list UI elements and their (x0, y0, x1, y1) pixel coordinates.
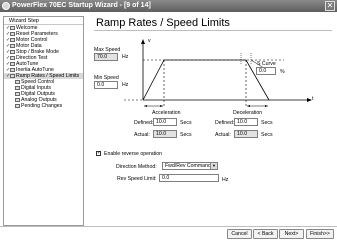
step-page-icon (15, 92, 20, 96)
rev-speed-limit-label: Rev Speed Limit: (117, 176, 157, 182)
step-page-icon (15, 86, 20, 90)
step-page-icon (10, 68, 15, 72)
step-page-icon (10, 38, 15, 42)
min-speed-unit: Hz (122, 82, 129, 88)
accel-actual-label: Actual: (134, 132, 150, 138)
t-axis-label: t (312, 96, 314, 102)
decel-actual-unit: Secs (261, 132, 273, 138)
wizard-step-item[interactable]: ✓Pending Changes (4, 103, 83, 109)
deceleration-label: Deceleration (233, 110, 263, 116)
step-page-icon (10, 44, 15, 48)
wizard-step-header: Wizard Step (4, 17, 83, 25)
decel-defined-unit: Secs (261, 120, 273, 126)
finish-button[interactable]: Finish>> (306, 229, 334, 239)
footer-divider (0, 226, 337, 227)
accel-actual-value: 10.0 (153, 130, 177, 138)
step-page-icon (10, 62, 15, 66)
rev-speed-limit-unit: Hz (222, 177, 229, 183)
back-button[interactable]: < Back (253, 229, 278, 239)
decel-actual-label: Actual: (215, 132, 231, 138)
accel-actual-unit: Secs (180, 132, 192, 138)
title-bar: PowerFlex 70EC Startup Wizard - [9 of 14… (0, 0, 337, 12)
window-title: PowerFlex 70EC Startup Wizard - [9 of 14… (12, 2, 151, 9)
app-logo-icon (2, 2, 10, 10)
step-page-icon (10, 32, 15, 36)
decel-actual-value: 10.0 (234, 130, 258, 138)
close-button[interactable]: ✕ (325, 1, 335, 11)
ramp-diagram: v t Max Speed 70.0 Hz Min Speed 0.0 Hz S… (94, 36, 324, 146)
direction-method-select[interactable]: Fwd/Rev Command ▼ (162, 162, 218, 170)
max-speed-input[interactable]: 70.0 (94, 53, 118, 61)
next-button[interactable]: Next> (279, 229, 304, 239)
acceleration-label: Acceleration (152, 110, 181, 116)
enable-reverse-checkbox[interactable]: ✓ (96, 151, 101, 156)
step-page-icon (10, 56, 15, 60)
accel-defined-label: Defined: (134, 120, 154, 126)
enable-reverse-label: Enable reverse operation (104, 151, 162, 157)
decel-defined-label: Defined: (215, 120, 235, 126)
max-speed-unit: Hz (122, 54, 129, 60)
rev-speed-limit-input[interactable]: 0.0 (159, 174, 219, 182)
min-speed-input[interactable]: 0.0 (94, 81, 118, 89)
step-page-icon (10, 50, 15, 54)
step-page-icon (15, 80, 20, 84)
direction-method-value: Fwd/Rev Command (165, 163, 211, 169)
wizard-step-list: ✓ Welcome ✓ Reset Parameters ✓ Motor Control ✓… (4, 25, 83, 109)
heading-divider (94, 30, 332, 31)
cancel-button[interactable]: Cancel (227, 229, 252, 239)
s-curve-unit: % (280, 69, 285, 75)
direction-method-label: Direction Method: (116, 164, 157, 170)
step-page-icon (10, 26, 15, 30)
accel-defined-unit: Secs (180, 120, 192, 126)
chevron-down-icon[interactable]: ▼ (210, 163, 217, 169)
v-axis-label: v (148, 38, 151, 44)
step-page-icon (15, 104, 20, 108)
step-page-icon (10, 74, 15, 78)
accel-defined-input[interactable]: 10.0 (153, 118, 177, 126)
step-page-icon (15, 98, 20, 102)
wizard-step-label: Pending Changes (21, 103, 63, 109)
decel-defined-input[interactable]: 10.0 (234, 118, 258, 126)
wizard-step-panel: Wizard Step ✓ Welcome ✓ Reset Parameters ✓ Mo… (3, 16, 84, 226)
s-curve-input[interactable]: 0.0 (256, 67, 276, 75)
ramp-profile-graphic (124, 39, 312, 108)
page-title: Ramp Rates / Speed Limits (96, 17, 230, 29)
